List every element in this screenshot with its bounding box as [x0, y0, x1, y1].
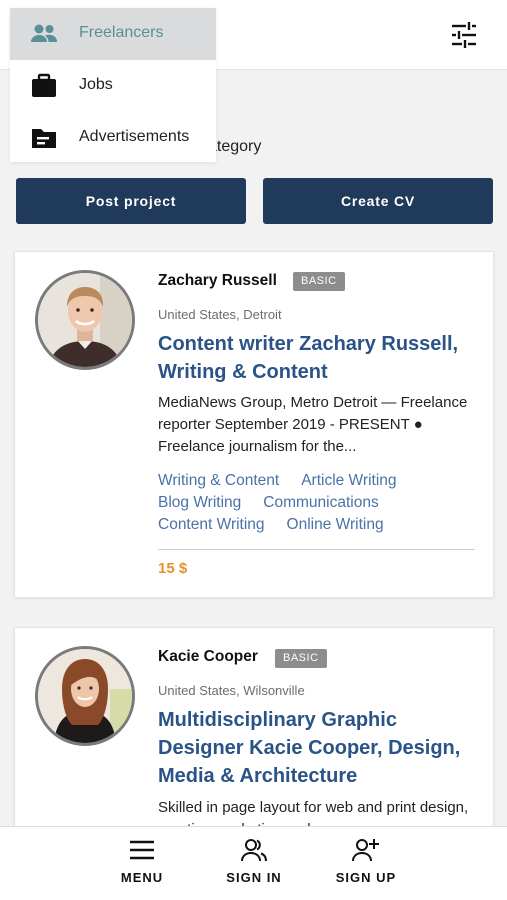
profile-title-link[interactable]: Content writer Zachary Russell, Writing …: [158, 330, 483, 386]
profile-description: MediaNews Group, Metro Detroit — Freelan…: [158, 394, 468, 455]
dropdown-item-label: Jobs: [79, 76, 113, 93]
avatar[interactable]: [35, 646, 135, 746]
profile-title-link[interactable]: Multidisciplinary Graphic Designer Kacie…: [158, 706, 483, 790]
plan-badge: BASIC: [293, 272, 345, 291]
avatar-photo: [38, 649, 132, 743]
briefcase-icon: [32, 73, 56, 97]
freelancer-name[interactable]: Kacie Cooper: [158, 648, 258, 666]
bottom-navigation: MENU SIGN IN SIGN UP: [0, 826, 507, 900]
post-project-button[interactable]: Post project: [16, 178, 246, 224]
plan-badge: BASIC: [275, 649, 327, 668]
nav-label: MENU: [120, 870, 164, 885]
skill-tags: Writing & Content Article Writing Blog Wr…: [158, 470, 483, 536]
sliders-icon: [452, 22, 476, 48]
skill-tag[interactable]: Content Writing: [158, 516, 265, 533]
hourly-rate: 15 $: [158, 560, 188, 577]
nav-label: SIGN IN: [226, 870, 282, 885]
freelancer-card[interactable]: Zachary Russell BASIC United States, Det…: [14, 251, 494, 598]
menu-button[interactable]: MENU: [92, 827, 192, 900]
dropdown-item-label: Advertisements: [79, 128, 190, 145]
sign-up-button[interactable]: SIGN UP: [316, 827, 416, 900]
users-icon: [241, 839, 267, 862]
filter-button[interactable]: [449, 20, 479, 50]
category-dropdown: Freelancers Jobs Advertisements: [10, 8, 216, 162]
avatar-photo: [38, 273, 132, 367]
user-plus-icon: [352, 839, 379, 862]
freelancer-name[interactable]: Zachary Russell: [158, 272, 277, 290]
dropdown-item-label: Freelancers: [79, 24, 164, 41]
hamburger-icon: [130, 840, 154, 860]
folder-icon: [32, 129, 56, 148]
avatar[interactable]: [35, 270, 135, 370]
dropdown-item-advertisements[interactable]: Advertisements: [10, 112, 216, 164]
freelancer-location: United States, Wilsonville: [158, 683, 305, 698]
skill-tag[interactable]: Blog Writing: [158, 494, 241, 511]
skill-tag[interactable]: Online Writing: [287, 516, 384, 533]
skill-tag[interactable]: Writing & Content: [158, 472, 279, 489]
people-icon: [31, 24, 57, 42]
nav-label: SIGN UP: [335, 870, 397, 885]
freelancer-location: United States, Detroit: [158, 307, 282, 322]
create-cv-button[interactable]: Create CV: [263, 178, 493, 224]
dropdown-item-freelancers[interactable]: Freelancers: [10, 8, 216, 60]
divider: [158, 549, 475, 550]
dropdown-item-jobs[interactable]: Jobs: [10, 60, 216, 112]
skill-tag[interactable]: Article Writing: [301, 472, 396, 489]
skill-tag[interactable]: Communications: [263, 494, 378, 511]
sign-in-button[interactable]: SIGN IN: [204, 827, 304, 900]
